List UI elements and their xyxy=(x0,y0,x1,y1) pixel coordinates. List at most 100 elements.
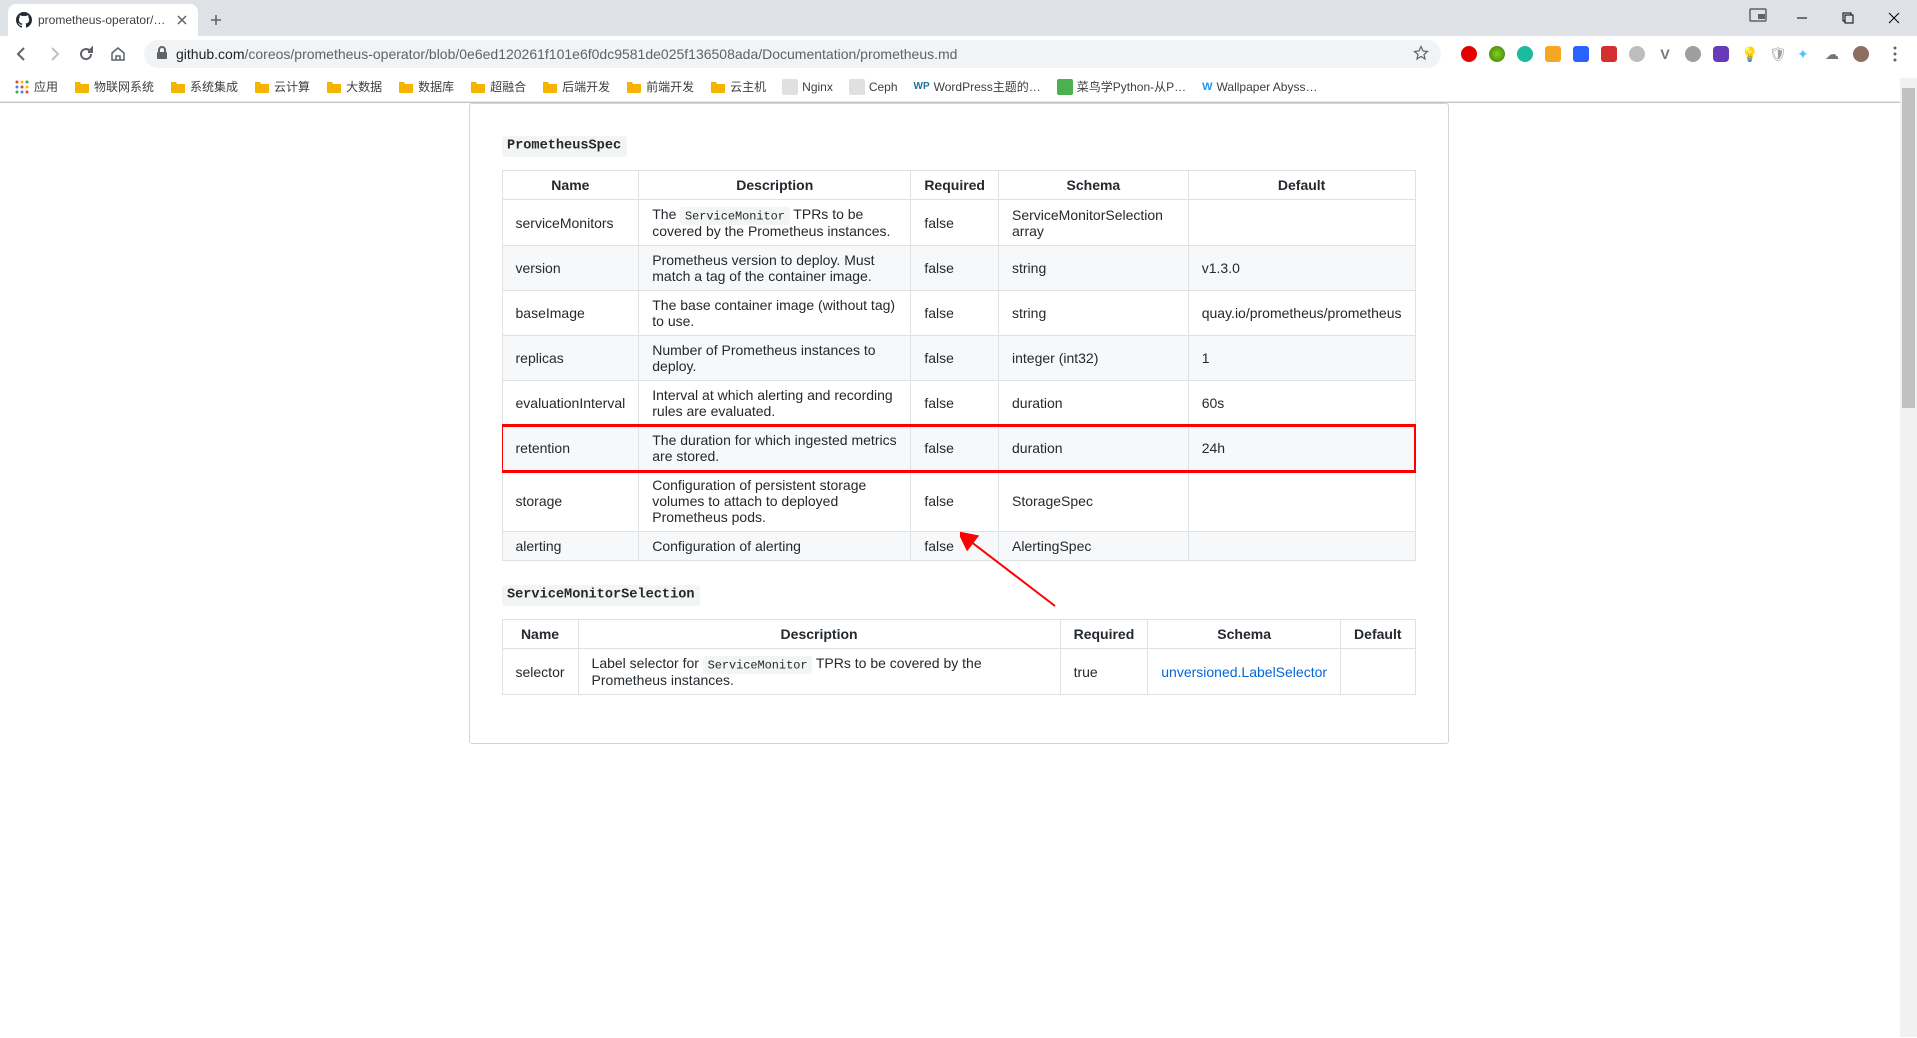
bookmark-item[interactable]: 超融合 xyxy=(464,74,532,99)
cell-name: evaluationInterval xyxy=(502,381,639,426)
cell-default: quay.io/prometheus/prometheus xyxy=(1188,291,1415,336)
ext-blue-icon[interactable] xyxy=(1573,46,1589,62)
cell-name: retention xyxy=(502,426,639,471)
table-header: Description xyxy=(639,171,911,200)
forward-button[interactable] xyxy=(40,40,68,68)
cell-required: false xyxy=(911,471,999,532)
cell-name: alerting xyxy=(502,532,639,561)
cell-default xyxy=(1341,649,1415,695)
table-header: Name xyxy=(502,620,578,649)
cell-required: false xyxy=(911,532,999,561)
table-row: retentionThe duration for which ingested… xyxy=(502,426,1415,471)
ext-green-icon[interactable] xyxy=(1489,46,1505,62)
bookmark-label: WordPress主题的… xyxy=(934,78,1041,95)
ext-teal-icon[interactable] xyxy=(1517,46,1533,62)
minimize-button[interactable] xyxy=(1779,3,1825,33)
bookmark-label: 云主机 xyxy=(730,78,766,95)
cell-name: replicas xyxy=(502,336,639,381)
bookmark-item[interactable]: WWallpaper Abyss… xyxy=(1196,76,1323,98)
table-header: Name xyxy=(502,171,639,200)
maximize-button[interactable] xyxy=(1825,3,1871,33)
ext-globe-icon[interactable] xyxy=(1685,46,1701,62)
bookmark-item[interactable]: Nginx xyxy=(776,75,839,99)
cell-default xyxy=(1188,471,1415,532)
close-window-button[interactable] xyxy=(1871,3,1917,33)
table-header: Default xyxy=(1341,620,1415,649)
new-tab-button[interactable] xyxy=(202,6,230,34)
cell-schema: string xyxy=(999,291,1189,336)
bookmark-star-icon[interactable] xyxy=(1413,45,1429,64)
ext-bulb-icon[interactable]: 💡 xyxy=(1741,46,1757,62)
cell-name: selector xyxy=(502,649,578,695)
url-text: github.com/coreos/prometheus-operator/bl… xyxy=(176,46,1405,62)
ext-bird-icon[interactable]: ✦ xyxy=(1797,46,1813,62)
ext-gray-icon[interactable] xyxy=(1629,46,1645,62)
cell-default: v1.3.0 xyxy=(1188,246,1415,291)
cell-name: version xyxy=(502,246,639,291)
scrollbar-track[interactable] xyxy=(1900,78,1917,1037)
page-content: PrometheusSpec NameDescriptionRequiredSc… xyxy=(453,103,1465,744)
cell-schema: string xyxy=(999,246,1189,291)
ext-red-icon[interactable] xyxy=(1601,46,1617,62)
browser-chrome: prometheus-operator/promet github.com/co… xyxy=(0,0,1917,103)
ext-shield-icon[interactable]: 🛡 xyxy=(1769,46,1785,62)
cell-description: Interval at which alerting and recording… xyxy=(639,381,911,426)
cell-description: Configuration of alerting xyxy=(639,532,911,561)
ext-cloud-icon[interactable]: ☁ xyxy=(1825,46,1841,62)
bookmark-item[interactable]: 后端开发 xyxy=(536,74,616,99)
readme-container: PrometheusSpec NameDescriptionRequiredSc… xyxy=(469,103,1449,744)
cell-default xyxy=(1188,532,1415,561)
content-area[interactable]: PrometheusSpec NameDescriptionRequiredSc… xyxy=(0,103,1917,1038)
cell-schema: ServiceMonitorSelection array xyxy=(999,200,1189,246)
address-bar[interactable]: github.com/coreos/prometheus-operator/bl… xyxy=(144,40,1441,68)
cell-description: Configuration of persistent storage volu… xyxy=(639,471,911,532)
cell-description: Number of Prometheus instances to deploy… xyxy=(639,336,911,381)
bookmark-item[interactable]: 云主机 xyxy=(704,74,772,99)
cell-schema: duration xyxy=(999,381,1189,426)
ext-orange-icon[interactable] xyxy=(1545,46,1561,62)
profile-avatar[interactable] xyxy=(1853,46,1869,62)
ext-v-icon[interactable]: V xyxy=(1657,46,1673,62)
tab-close-button[interactable] xyxy=(174,12,190,28)
bookmark-item[interactable]: 云计算 xyxy=(248,74,316,99)
bookmark-item[interactable]: Ceph xyxy=(843,75,904,99)
pip-icon[interactable] xyxy=(1749,8,1767,25)
bookmark-label: 物联网系统 xyxy=(94,78,154,95)
reload-button[interactable] xyxy=(72,40,100,68)
scrollbar-thumb[interactable] xyxy=(1902,88,1915,408)
ext-purple-icon[interactable] xyxy=(1713,46,1729,62)
cell-description: The duration for which ingested metrics … xyxy=(639,426,911,471)
table-row: versionPrometheus version to deploy. Mus… xyxy=(502,246,1415,291)
cell-default: 1 xyxy=(1188,336,1415,381)
servicemonitorselection-table: NameDescriptionRequiredSchemaDefault sel… xyxy=(502,619,1416,695)
table-header: Description xyxy=(578,620,1060,649)
home-button[interactable] xyxy=(104,40,132,68)
bookmark-item[interactable]: 应用 xyxy=(8,74,64,99)
tab-bar: prometheus-operator/promet xyxy=(0,0,1917,36)
bookmark-item[interactable]: 大数据 xyxy=(320,74,388,99)
bookmark-item[interactable]: 系统集成 xyxy=(164,74,244,99)
bookmark-item[interactable]: 前端开发 xyxy=(620,74,700,99)
bookmark-label: 菜鸟学Python-从P… xyxy=(1077,78,1186,95)
bookmarks-bar: 应用 物联网系统系统集成 云计算大数据 数据库超融合 后端开发前端开发 云主机 NginxC… xyxy=(0,72,1917,102)
ext-abp-icon[interactable] xyxy=(1461,46,1477,62)
table-row: evaluationIntervalInterval at which aler… xyxy=(502,381,1415,426)
bookmark-label: 云计算 xyxy=(274,78,310,95)
cell-default: 60s xyxy=(1188,381,1415,426)
browser-menu-button[interactable] xyxy=(1881,40,1909,68)
bookmark-item[interactable]: 物联网系统 xyxy=(68,74,160,99)
cell-required: false xyxy=(911,246,999,291)
bookmark-label: 后端开发 xyxy=(562,78,610,95)
table-header: Schema xyxy=(1148,620,1341,649)
cell-default xyxy=(1188,200,1415,246)
browser-tab[interactable]: prometheus-operator/promet xyxy=(8,4,198,36)
tab-title: prometheus-operator/promet xyxy=(38,13,168,27)
bookmark-item[interactable]: WPWordPress主题的… xyxy=(908,74,1047,99)
bookmark-item[interactable]: 菜鸟学Python-从P… xyxy=(1051,74,1192,99)
table-row: serviceMonitorsThe ServiceMonitor TPRs t… xyxy=(502,200,1415,246)
bookmark-item[interactable]: 数据库 xyxy=(392,74,460,99)
bookmark-label: 数据库 xyxy=(418,78,454,95)
cell-required: false xyxy=(911,426,999,471)
back-button[interactable] xyxy=(8,40,36,68)
schema-link[interactable]: unversioned.LabelSelector xyxy=(1161,664,1327,680)
